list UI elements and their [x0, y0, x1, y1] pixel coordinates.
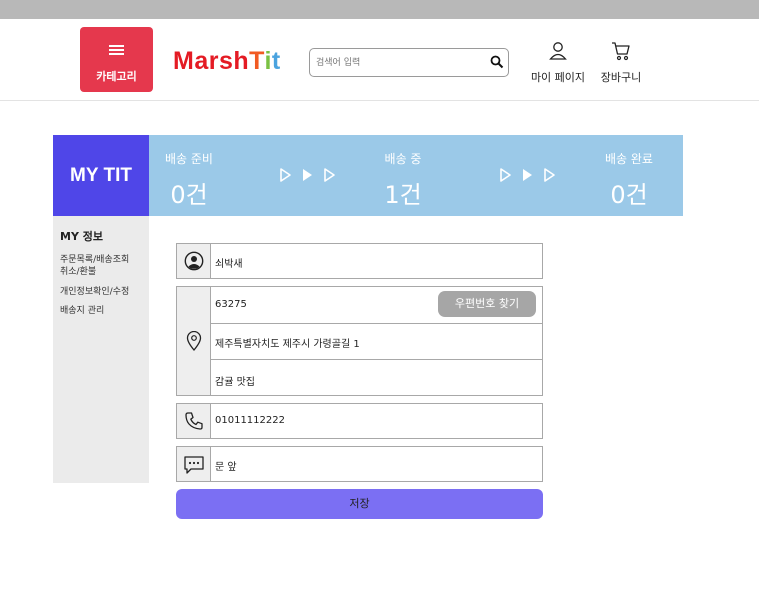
address-icon-cell [177, 287, 211, 395]
stage-name: 배송 중 [384, 152, 422, 166]
stage-shipping: 배송 중 1건 [363, 135, 443, 210]
sidebar-item-address[interactable]: 배송지 관리 [60, 305, 104, 317]
memo-row: 문 앞 [176, 446, 543, 482]
memo-icon-cell [177, 447, 211, 481]
logo-part: Marsh [173, 47, 250, 75]
cart-link[interactable]: 장바구니 [596, 41, 646, 85]
logo-part: i [264, 47, 272, 75]
play-arrow-icon [280, 168, 335, 182]
sidebar-item-profile[interactable]: 개인정보확인/수정 [60, 286, 129, 298]
name-row: 쇠박새 [176, 243, 543, 279]
stage-name: 배송 준비 [165, 152, 213, 166]
browser-top-bar [0, 0, 759, 19]
search-input[interactable] [316, 54, 486, 72]
chat-bubble-icon [184, 456, 204, 474]
phone-icon-cell [177, 404, 211, 438]
address-field[interactable]: 제주특별자치도 제주시 가령골길 1 [215, 335, 360, 350]
play-arrow-icon [500, 168, 555, 182]
search-box [309, 48, 509, 77]
sidebar-item-refund[interactable]: 취소/환불 [60, 266, 96, 278]
zipcode-field[interactable]: 63275 [215, 299, 247, 310]
stage-delivered: 배송 완료 0건 [589, 135, 669, 210]
category-label: 카테고리 [96, 70, 137, 83]
save-button[interactable]: 저장 [176, 489, 543, 519]
cart-label: 장바구니 [600, 71, 642, 84]
divider [211, 323, 543, 324]
mypage-label: 마이 페이지 [530, 71, 586, 84]
phone-row: 01011112222 [176, 403, 543, 439]
location-pin-icon [186, 331, 202, 351]
sidebar: MY 정보 주문목록/배송조회 취소/환불 개인정보확인/수정 배송지 관리 [53, 216, 149, 483]
search-icon[interactable] [490, 55, 504, 69]
find-zipcode-button[interactable]: 우편번호 찾기 [438, 291, 536, 317]
site-header: 카테고리 MarshTit 마이 페이지 장바구니 [0, 19, 759, 101]
stage-count: 0건 [170, 181, 208, 209]
address-block: 63275 우편번호 찾기 제주특별자치도 제주시 가령골길 1 감귤 맛집 [176, 286, 543, 396]
stage-count: 0건 [610, 181, 648, 209]
mypage-link[interactable]: 마이 페이지 [528, 41, 588, 85]
stage-count: 1건 [384, 181, 422, 209]
logo-part: t [271, 47, 281, 75]
divider [211, 359, 543, 360]
logo-part: T [249, 47, 265, 75]
stage-preparing: 배송 준비 0건 [149, 135, 229, 210]
memo-field[interactable]: 문 앞 [215, 458, 237, 473]
name-field[interactable]: 쇠박새 [215, 255, 243, 270]
menu-icon [109, 45, 124, 56]
address-detail-field[interactable]: 감귤 맛집 [215, 373, 255, 388]
cart-icon [612, 42, 630, 61]
stage-name: 배송 완료 [605, 152, 653, 166]
person-circle-icon [184, 251, 204, 271]
my-tit-title: MY TIT [53, 135, 149, 216]
name-icon-cell [177, 244, 211, 278]
phone-icon [185, 412, 203, 430]
user-icon [549, 42, 567, 60]
delivery-status-bar: 배송 준비 0건 배송 중 1건 배송 완료 0건 [149, 135, 683, 216]
site-logo[interactable]: MarshTit [173, 47, 281, 76]
phone-field[interactable]: 01011112222 [215, 415, 285, 426]
category-button[interactable]: 카테고리 [80, 27, 153, 92]
sidebar-title: MY 정보 [60, 230, 103, 243]
sidebar-item-orders[interactable]: 주문목록/배송조회 [60, 254, 129, 266]
